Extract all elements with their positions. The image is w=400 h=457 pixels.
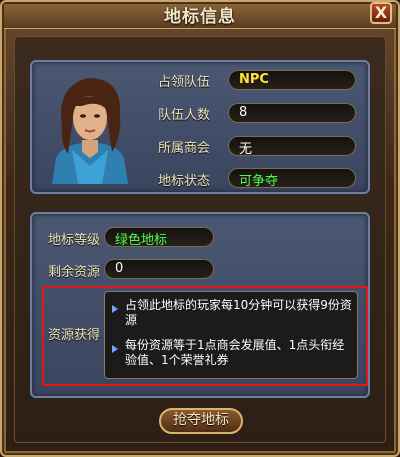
landmark-level-field: 绿色地标 [104,227,214,248]
npc-portrait [42,66,138,184]
seize-landmark-button[interactable]: 抢夺地标 [159,408,243,434]
occupy-team-label: 占领队伍 [158,75,211,90]
bullet-arrow-icon [112,305,118,313]
guild-field: 无 [228,136,356,157]
character-portrait-image [52,78,128,184]
remaining-resource-label: 剩余资源 [48,265,101,280]
team-size-label: 队伍人数 [158,108,211,123]
resource-gain-label: 资源获得 [48,328,101,343]
landmark-level-label: 地标等级 [48,233,101,248]
guild-label: 所属商会 [158,141,211,156]
remaining-resource-field: 0 [104,259,214,279]
bullet-arrow-icon [112,345,118,353]
occupy-team-field: NPC [228,70,356,90]
landmark-status-label: 地标状态 [158,174,211,189]
team-size-field: 8 [228,103,356,123]
resource-gain-tooltip: 占领此地标的玩家每10分钟可以获得9份资源 每份资源等于1点商会发展值、1点头衔… [104,291,358,379]
window-title: 地标信息 [164,7,236,27]
close-button[interactable]: X [370,2,392,24]
resource-gain-line-2: 每份资源等于1点商会发展值、1点头衔经验值、1个荣誉礼券 [125,338,345,367]
landmark-status-field: 可争夺 [228,168,356,189]
resource-gain-line-1: 占领此地标的玩家每10分钟可以获得9份资源 [125,298,352,327]
